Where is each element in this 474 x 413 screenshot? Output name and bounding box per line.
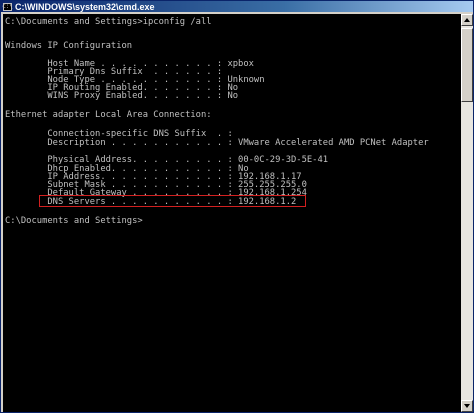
console-line: Ethernet adapter Local Area Connection:: [5, 110, 212, 120]
scrollbar-thumb[interactable]: [461, 28, 473, 102]
console-line: Windows IP Configuration: [5, 41, 133, 51]
dns-servers-highlight: [39, 195, 306, 207]
console-line: WINS Proxy Enabled. . . . . . . : No: [5, 91, 239, 101]
cmd-window: c:\ C:\WINDOWS\system32\cmd.exe C:\Docum…: [0, 0, 474, 413]
cmd-icon[interactable]: c:\: [2, 2, 13, 11]
arrow-up-icon: [464, 18, 470, 22]
window-title: C:\WINDOWS\system32\cmd.exe: [15, 1, 155, 12]
title-bar[interactable]: c:\ C:\WINDOWS\system32\cmd.exe: [1, 1, 473, 12]
console-line: C:\Documents and Settings>: [5, 216, 143, 226]
console-line: C:\Documents and Settings>ipconfig /all: [5, 17, 212, 27]
console-line: Description . . . . . . . . . . . : VMwa…: [5, 138, 429, 148]
console-output[interactable]: C:\Documents and Settings>ipconfig /all …: [3, 14, 461, 412]
vertical-scrollbar[interactable]: [461, 14, 473, 412]
scroll-up-button[interactable]: [461, 14, 473, 26]
scroll-down-button[interactable]: [461, 400, 473, 412]
arrow-down-icon: [464, 404, 470, 408]
